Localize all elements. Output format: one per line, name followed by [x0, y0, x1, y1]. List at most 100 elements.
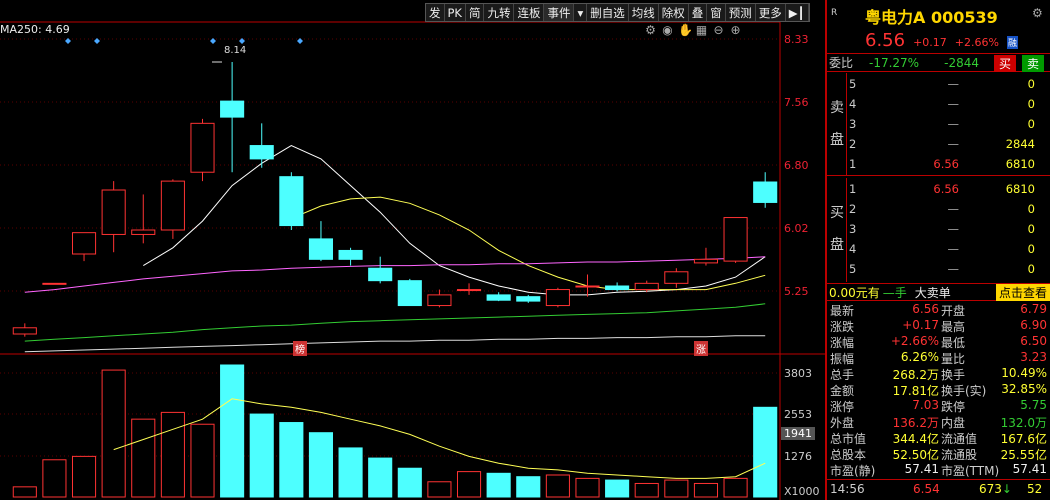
ma250-label: MA250: 4.69 [0, 23, 70, 36]
kline-chart[interactable] [0, 0, 825, 500]
stat-label: 总股本 [830, 448, 867, 462]
tick-time: 14:56 [830, 482, 865, 496]
hand-icon[interactable]: ✋ [678, 23, 693, 37]
bid-row[interactable]: 1 6.56 6810 [847, 182, 1050, 202]
stat-label: 换手 [941, 368, 966, 382]
book-volume: 0 [1027, 117, 1035, 131]
stat-value: 6.79 [1020, 302, 1047, 316]
stat-label: 金额 [830, 384, 855, 398]
quote-row: 6.56 +0.17 +2.66% 融 [865, 30, 1018, 51]
candle-body [753, 181, 778, 203]
toolbar-button[interactable]: 叠 [689, 4, 708, 21]
eye-icon[interactable]: ◉ [661, 23, 674, 37]
stat-label: 总市值 [830, 432, 867, 446]
stat-label: 流通值 [941, 432, 978, 446]
candle-body [338, 249, 363, 260]
book-price: 6.56 [933, 182, 959, 196]
bid-book: 买 盘 1 6.56 6810 2 — 0 3 — 0 4 — 0 5 — 0 [827, 178, 1050, 282]
toolbar-button[interactable]: 简 [466, 4, 485, 21]
stat-value: +2.66% [890, 334, 939, 348]
volume-axis-label: 3803 [784, 367, 812, 380]
toolbar-button[interactable]: 窗 [707, 4, 726, 21]
ask-row[interactable]: 3 — 0 [847, 117, 1050, 137]
volume-bar [486, 472, 511, 498]
sell-button[interactable]: 卖 [1022, 55, 1045, 72]
bid-row[interactable]: 3 — 0 [847, 222, 1050, 242]
stat-label: 换手(实) [941, 384, 987, 398]
toolbar-button[interactable]: ▾ [574, 4, 588, 21]
candle-body [220, 100, 245, 118]
candle-body [131, 229, 156, 235]
event-marker-icon [210, 38, 216, 44]
book-level: 4 [849, 242, 857, 256]
toolbar-button[interactable]: 连板 [514, 4, 545, 21]
stat-label: 内盘 [941, 416, 966, 430]
stat-label: 最新 [830, 304, 855, 318]
stat-value: +0.17 [902, 318, 939, 332]
settings-icon[interactable]: ⚙ [644, 23, 657, 37]
grid-icon[interactable]: ▦ [695, 23, 708, 37]
toolbar-button[interactable]: 更多 [756, 4, 786, 21]
candle-body [368, 267, 393, 282]
ask-row[interactable]: 2 — 2844 [847, 137, 1050, 157]
toolbar-button[interactable]: PK [445, 4, 466, 21]
stat-value: 136.2万 [892, 416, 939, 430]
book-level: 5 [849, 77, 857, 91]
stat-row: 金额 17.81亿 换手(实) 32.85% [827, 382, 1050, 398]
ask-row[interactable]: 4 — 0 [847, 97, 1050, 117]
ranking-marker[interactable]: 榜 [293, 341, 307, 356]
volume-bar [279, 422, 304, 498]
stat-value: 268.2万 [892, 368, 939, 382]
zoom-in-icon[interactable]: ⊕ [729, 23, 742, 37]
candle-body [634, 282, 659, 291]
book-volume: 6810 [1005, 157, 1035, 171]
toolbar-button[interactable]: 除权 [659, 4, 689, 21]
candle-body [723, 217, 748, 262]
stat-value: 6.50 [1020, 334, 1047, 348]
bid-row[interactable]: 2 — 0 [847, 202, 1050, 222]
toolbar-button[interactable]: 删自选 [587, 4, 629, 21]
stock-title: 粤电力A 000539 [865, 8, 998, 27]
order-ratio-pct: -17.27% [869, 55, 920, 70]
big-order-hand: —手 [882, 285, 907, 300]
toolbar-button[interactable]: 事件 [544, 4, 575, 21]
view-details-button[interactable]: 点击查看 [995, 283, 1050, 301]
zoom-out-icon[interactable]: ⊖ [712, 23, 725, 37]
book-price: 6.56 [933, 157, 959, 171]
ma-line-ma60 [24, 303, 766, 342]
toolbar-button[interactable]: 发 [426, 4, 445, 21]
price-change: +0.17 [913, 36, 947, 49]
ask-row[interactable]: 1 6.56 6810 [847, 157, 1050, 177]
book-volume: 0 [1027, 202, 1035, 216]
buy-button[interactable]: 买 [994, 55, 1017, 72]
stat-row: 涨跌 +0.17 最高 6.90 [827, 318, 1050, 334]
volume-bar [723, 477, 748, 498]
bid-side-label: 买 盘 [827, 178, 847, 282]
book-level: 2 [849, 137, 857, 151]
volume-current-badge: 1941 [781, 427, 815, 440]
candle-body [456, 289, 482, 292]
volume-bar [545, 474, 570, 498]
r-icon: R [831, 8, 838, 18]
stat-value: 7.03 [912, 398, 939, 412]
toolbar-button[interactable]: 均线 [629, 4, 659, 21]
stat-label: 外盘 [830, 416, 855, 430]
toolbar-button[interactable]: ▶┃ [786, 4, 809, 21]
limit-up-marker[interactable]: 涨 [694, 341, 708, 356]
ask-row[interactable]: 5 — 0 [847, 77, 1050, 97]
bid-row[interactable]: 5 — 0 [847, 262, 1050, 282]
stat-value: 57.41 [1012, 462, 1047, 476]
volume-bar [160, 411, 185, 498]
candle-body [12, 327, 37, 335]
book-volume: 2844 [1005, 137, 1035, 151]
toolbar-button[interactable]: 预测 [726, 4, 756, 21]
stat-label: 流通股 [941, 448, 978, 462]
stat-row: 振幅 6.26% 量比 3.23 [827, 350, 1050, 366]
toolbar-button[interactable]: 九转 [484, 4, 515, 21]
candle-body [427, 294, 452, 307]
settings-icon[interactable]: ⚙ [1032, 6, 1043, 20]
volume-bar [308, 432, 334, 498]
bid-row[interactable]: 4 — 0 [847, 242, 1050, 262]
stat-value: 32.85% [1001, 382, 1047, 396]
candle-body [71, 232, 97, 255]
